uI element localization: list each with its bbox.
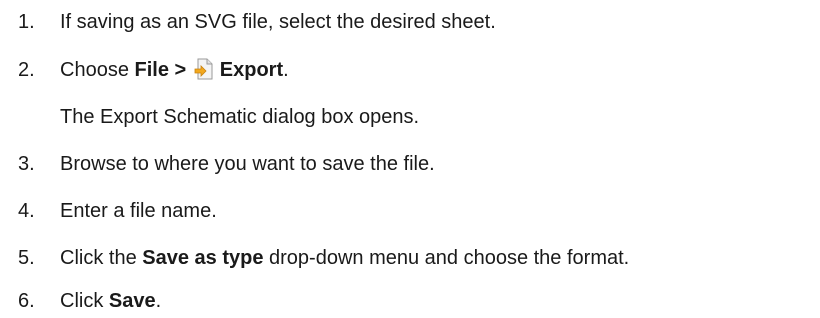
- step-suffix: drop-down menu and choose the format.: [263, 247, 630, 269]
- step-text: Choose File > Export.: [60, 57, 289, 83]
- step-number: 3.: [18, 153, 35, 175]
- instruction-steps: 1. If saving as an SVG file, select the …: [0, 0, 820, 318]
- step-text: Browse to where you want to save the fil…: [60, 153, 435, 175]
- step-prefix: Click: [60, 290, 109, 312]
- export-file-icon: [194, 58, 214, 80]
- step-note: The Export Schematic dialog box opens.: [60, 106, 420, 128]
- save-as-type-label: Save as type: [142, 247, 264, 269]
- step-prefix: Choose: [60, 59, 135, 81]
- step-text: Enter a file name.: [60, 200, 217, 222]
- menu-path: File >: [134, 59, 187, 81]
- save-label: Save: [108, 290, 156, 312]
- step-number: 4.: [18, 200, 35, 222]
- step-suffix: .: [283, 59, 289, 81]
- step-number: 2.: [18, 59, 35, 81]
- step-number: 6.: [18, 290, 35, 312]
- step-suffix: .: [155, 290, 162, 312]
- step-number: 1.: [18, 11, 35, 33]
- step-number: 5.: [18, 247, 35, 269]
- step-text: Click Save.: [60, 288, 161, 314]
- step-prefix: Click the: [60, 247, 143, 269]
- menu-item-export: Export: [219, 59, 284, 81]
- step-text: If saving as an SVG file, select the des…: [60, 11, 496, 33]
- step-text: Click the Save as type drop-down menu an…: [60, 245, 629, 271]
